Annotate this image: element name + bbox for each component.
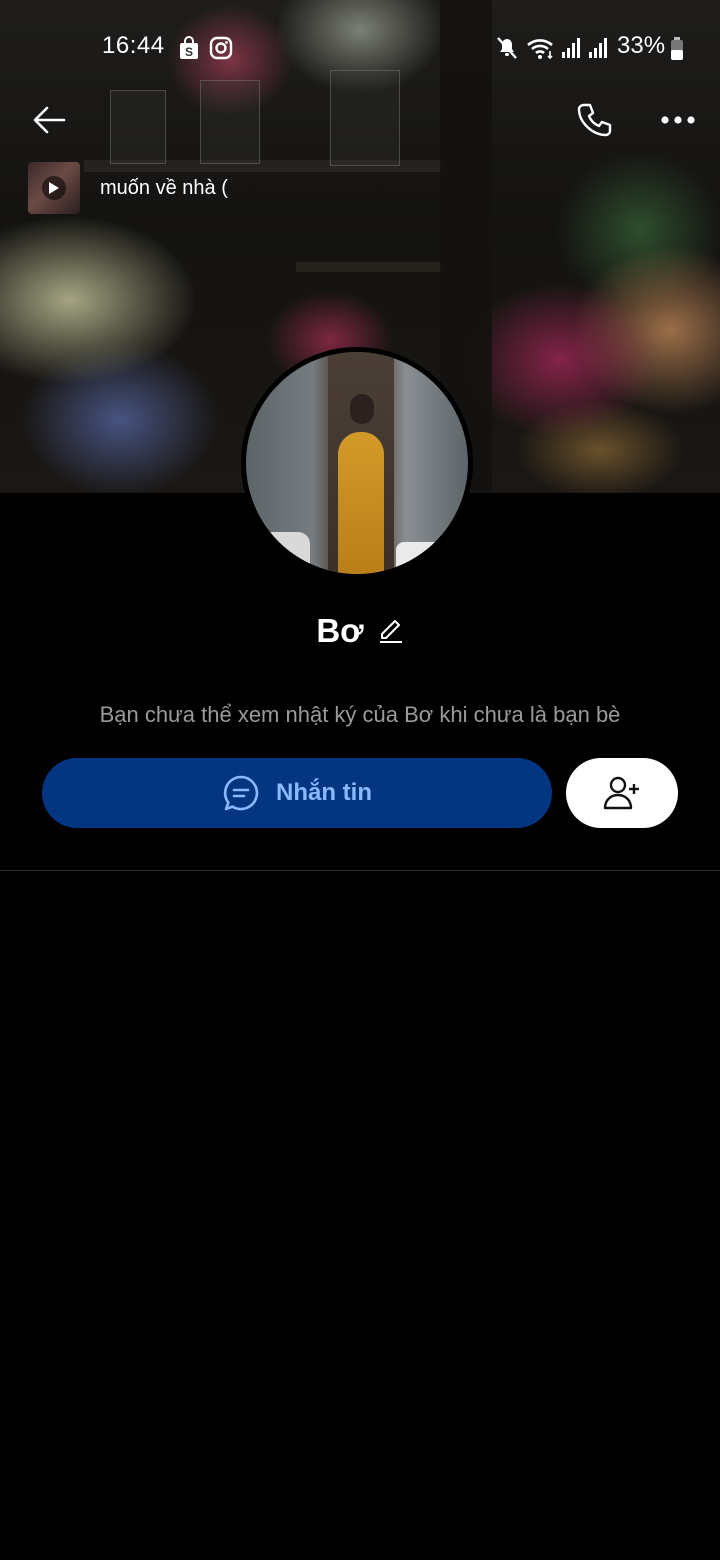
instagram-icon [209,36,233,65]
status-bar: 16:44 S 33% [0,26,720,70]
signal-icon [560,36,582,65]
avatar[interactable] [241,347,473,579]
divider [0,870,720,871]
battery-icon [669,36,685,67]
profile-name-row: Bơ [0,612,720,650]
play-icon [42,176,66,200]
chat-icon [223,775,259,811]
message-button-label: Nhắn tin [276,779,372,806]
music-cover [28,162,80,214]
more-button[interactable] [650,92,706,148]
profile-music[interactable]: muốn về nhà ( [28,162,228,214]
back-button[interactable] [21,92,77,148]
svg-text:S: S [185,45,193,59]
battery-percent: 33% [617,32,666,59]
pencil-icon[interactable] [378,618,404,644]
add-friend-icon [603,776,639,810]
arrow-left-icon [33,106,66,134]
privacy-notice: Bạn chưa thể xem nhật ký của Bơ khi chưa… [99,702,621,727]
signal-icon-2 [587,36,609,65]
message-button[interactable]: Nhắn tin [42,758,552,828]
music-title: muốn về nhà ( [100,176,228,199]
mute-icon [496,36,518,65]
shopee-icon: S [178,36,200,65]
profile-name: Bơ [316,612,364,649]
phone-icon [577,103,612,137]
status-time: 16:44 [102,32,165,59]
wifi-icon [526,36,556,65]
more-icon [661,116,695,124]
call-button[interactable] [566,92,622,148]
add-friend-button[interactable] [566,758,678,828]
